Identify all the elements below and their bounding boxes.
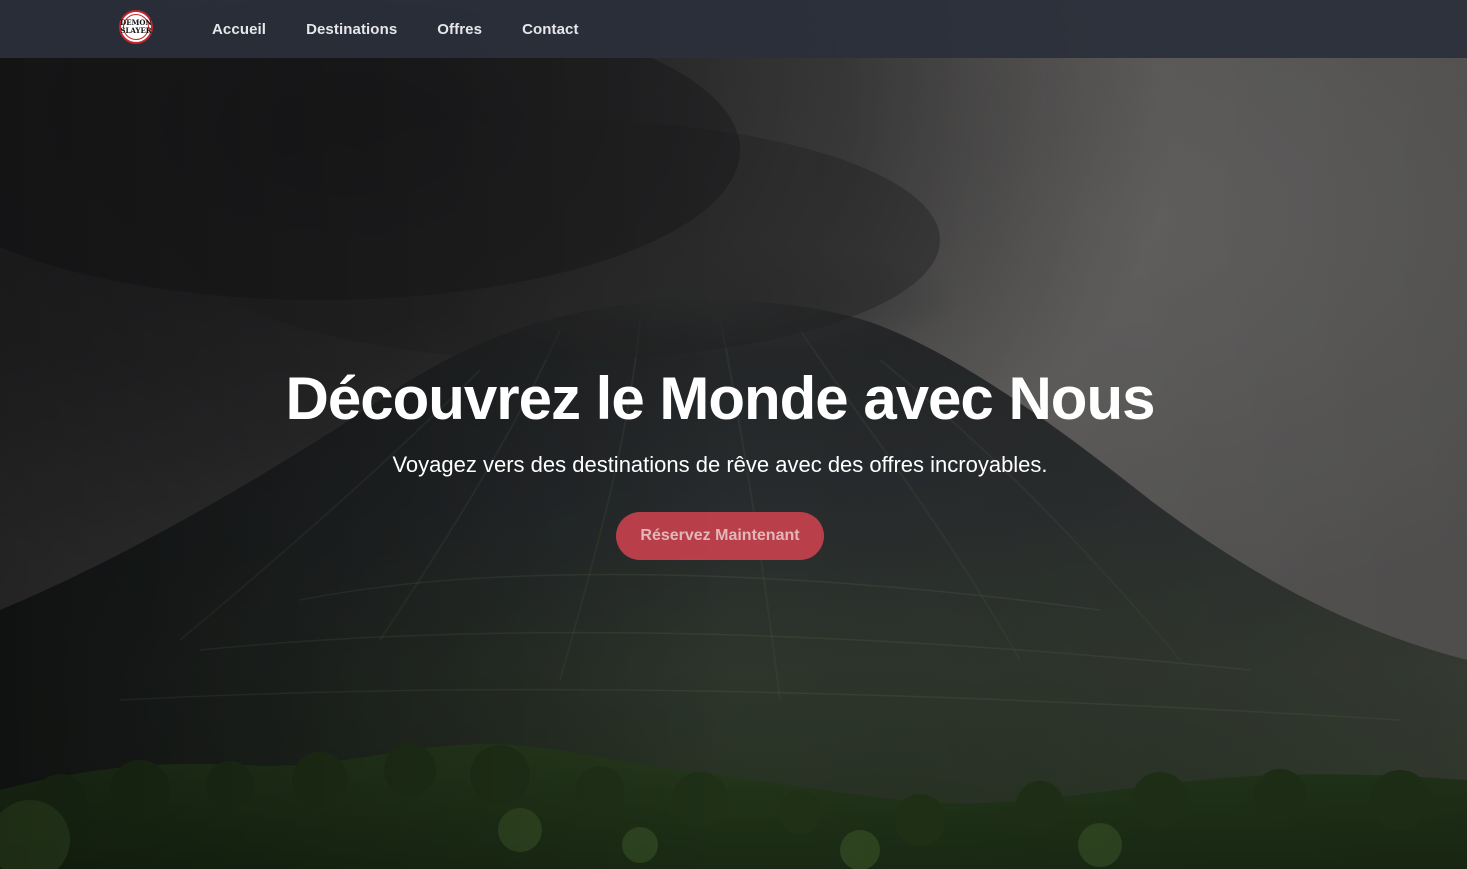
svg-text:SLAYER: SLAYER <box>120 26 151 35</box>
nav-link-offres[interactable]: Offres <box>437 21 482 38</box>
logo[interactable]: DEMON SLAYER <box>119 10 153 44</box>
navbar: DEMON SLAYER Accueil Destinations Offres… <box>0 0 1467 58</box>
hero-title: Découvrez le Monde avec Nous <box>285 365 1156 432</box>
nav-link-destinations[interactable]: Destinations <box>306 21 397 38</box>
page: DEMON SLAYER Accueil Destinations Offres… <box>0 0 1467 869</box>
nav-links: Accueil Destinations Offres Contact <box>212 0 579 58</box>
nav-link-accueil[interactable]: Accueil <box>212 21 266 38</box>
demon-slayer-logo-icon: DEMON SLAYER <box>119 10 153 44</box>
book-now-button[interactable]: Réservez Maintenant <box>616 512 824 560</box>
hero-subtitle: Voyagez vers des destinations de rêve av… <box>392 452 1048 477</box>
nav-link-contact[interactable]: Contact <box>522 21 579 38</box>
hero-content: Découvrez le Monde avec Nous Voyagez ver… <box>0 362 1440 560</box>
